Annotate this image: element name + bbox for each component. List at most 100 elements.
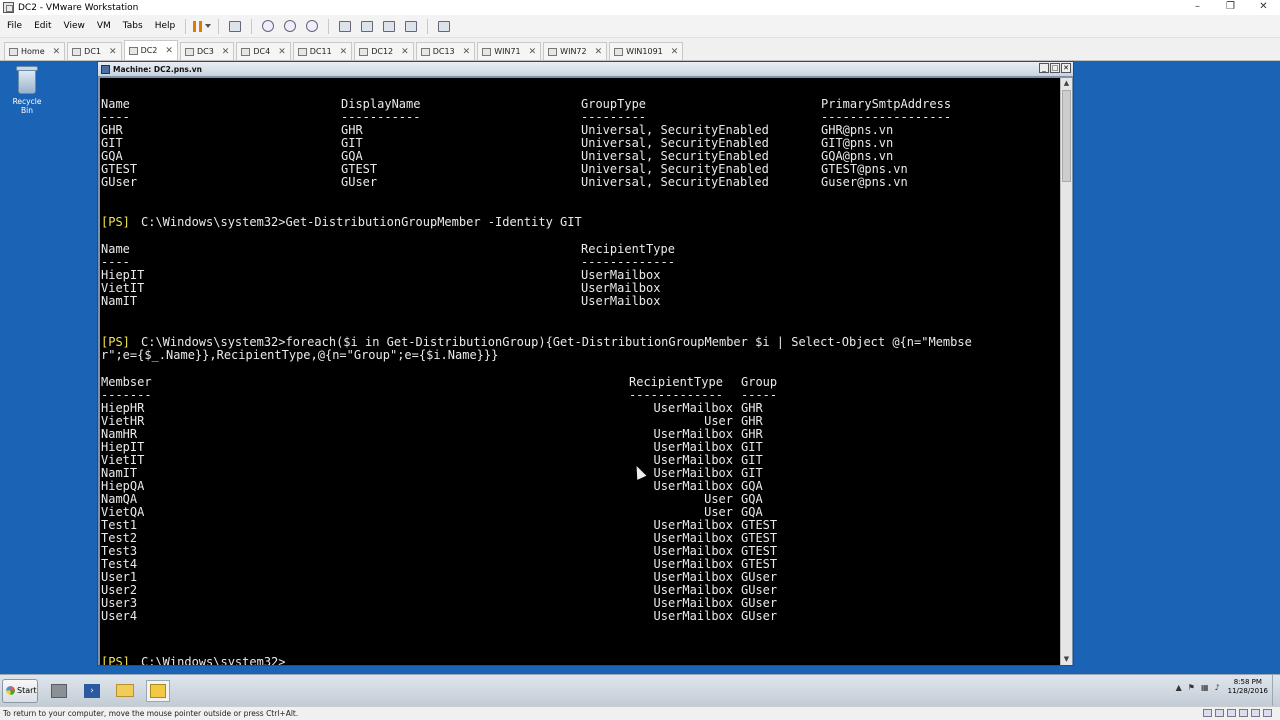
vm-icon [548,47,558,56]
powershell-window: Machine: DC2.pns.vn _ □ ✕ Name DisplayNa… [97,61,1074,666]
menu-help[interactable]: Help [150,21,181,31]
toolbar-separator [185,18,187,34]
show-library-button[interactable] [336,18,354,34]
vm-icon [241,47,251,56]
tab-dc13[interactable]: DC13 ✕ [415,42,476,60]
tab-dc4[interactable]: DC4 ✕ [236,42,291,60]
cd-drive-icon[interactable] [1215,709,1224,717]
window-title: DC2 - VMware Workstation [18,2,139,13]
close-icon[interactable]: ✕ [463,47,471,57]
server-manager-button[interactable] [47,680,71,702]
command-line[interactable]: [PS] C:\Windows\system32> [101,655,286,666]
minimize-button[interactable]: _ [1039,63,1049,73]
close-icon[interactable]: ✕ [278,47,286,57]
pause-button[interactable] [193,18,212,34]
explorer-button[interactable] [113,680,137,702]
close-icon[interactable]: ✕ [53,47,61,57]
exchange-shell-icon [150,683,166,698]
vm-icon [297,47,307,56]
status-message: To return to your computer, move the mou… [3,709,299,718]
usb-icon[interactable] [1239,709,1248,717]
close-icon[interactable]: ✕ [109,47,117,57]
console-scrollbar[interactable]: ▲ ▼ [1060,78,1072,665]
console-view-button[interactable] [435,18,453,34]
keyboard-icon [229,20,242,32]
chevron-down-icon [205,24,212,28]
revert-icon [284,20,297,32]
thumbnail-bar-button[interactable] [358,18,376,34]
revert-snapshot-button[interactable] [281,18,299,34]
tab-dc2[interactable]: DC2 ✕ [123,40,178,60]
close-button[interactable]: ✕ [1247,0,1280,15]
menu-vm[interactable]: VM [92,21,116,31]
command-text: r";e={$_.Name}},RecipientType,@{n="Group… [101,348,499,362]
close-icon[interactable]: ✕ [165,46,173,56]
prompt-tag: [PS] [101,215,130,229]
command-line-wrap: r";e={$_.Name}},RecipientType,@{n="Group… [101,349,498,362]
vm-icon [614,47,624,56]
snapshot-manager-button[interactable] [303,18,321,34]
show-desktop-button[interactable] [1272,675,1280,707]
pause-icon [193,20,203,32]
start-button[interactable]: Start [2,678,38,703]
toolbar-separator [218,18,220,34]
snapshot-button[interactable] [259,18,277,34]
powershell-taskbar-button[interactable]: › [80,680,104,702]
vm-tabs-bar: Home ✕ DC1 ✕ DC2 ✕ DC3 ✕ DC4 ✕ DC11 ✕ DC12 ✕ DC… [0,38,1280,61]
menu-tabs[interactable]: Tabs [118,21,148,31]
message-log-icon[interactable] [1263,709,1272,717]
device-status-icons [1200,709,1272,717]
vm-icon [184,47,194,56]
tab-dc12[interactable]: DC12 ✕ [354,42,414,60]
scrollbar-thumb[interactable] [1062,90,1071,182]
tray-expand-icon[interactable]: ▲ [1176,683,1182,692]
console-output[interactable]: Name DisplayName GroupType PrimarySmtpAd… [100,78,1060,665]
menu-bar: File Edit View VM Tabs Help [0,15,1280,38]
recycle-bin[interactable]: Recycle Bin [6,65,48,115]
minimize-button[interactable]: – [1181,0,1214,15]
close-icon[interactable]: ✕ [401,47,409,57]
tab-dc3[interactable]: DC3 ✕ [179,42,235,60]
flag-icon[interactable]: ⚑ [1188,683,1195,692]
tab-win72[interactable]: WIN72 ✕ [543,42,608,60]
network-icon[interactable]: ▦ [1201,683,1209,692]
table-row: GUser GUser Universal, SecurityEnabled Guse… [101,175,908,189]
vmware-app-icon [3,2,14,13]
close-icon[interactable]: ✕ [529,47,537,57]
scroll-up-icon[interactable]: ▲ [1061,78,1072,89]
tab-dc1[interactable]: DC1 ✕ [67,42,122,60]
unity-button[interactable] [402,18,420,34]
menu-view[interactable]: View [59,21,90,31]
sound-icon[interactable] [1251,709,1260,717]
restore-button[interactable]: ❐ [1214,0,1247,15]
menu-file[interactable]: File [2,21,27,31]
toolbar-separator [328,18,330,34]
library-icon [339,20,352,32]
send-ctrl-alt-del-button[interactable] [226,18,244,34]
maximize-button[interactable]: □ [1050,63,1060,73]
scroll-down-icon[interactable]: ▼ [1061,654,1072,665]
toolbar-separator [251,18,253,34]
network-adapter-icon[interactable] [1227,709,1236,717]
snapshot-manager-icon [306,20,319,32]
server-manager-icon [51,683,67,698]
recycle-bin-icon [14,65,40,95]
hard-disk-icon[interactable] [1203,709,1212,717]
powershell-window-controls: _ □ ✕ [1038,63,1071,73]
menu-edit[interactable]: Edit [29,21,56,31]
close-icon[interactable]: ✕ [340,47,348,57]
close-icon[interactable]: ✕ [595,47,603,57]
tab-win1091[interactable]: WIN1091 ✕ [609,42,684,60]
full-screen-button[interactable] [380,18,398,34]
exchange-shell-button[interactable] [146,679,170,702]
close-icon[interactable]: ✕ [671,47,679,57]
volume-icon[interactable]: ♪ [1215,683,1220,692]
tab-win71[interactable]: WIN71 ✕ [477,42,542,60]
folder-icon [116,684,134,697]
close-icon[interactable]: ✕ [222,47,230,57]
system-clock[interactable]: 8:58 PM 11/28/2016 [1228,678,1268,696]
prompt-tag: [PS] [101,655,130,666]
tab-dc11[interactable]: DC11 ✕ [292,42,353,60]
close-button[interactable]: ✕ [1061,63,1071,73]
tab-home[interactable]: Home ✕ [4,42,66,60]
